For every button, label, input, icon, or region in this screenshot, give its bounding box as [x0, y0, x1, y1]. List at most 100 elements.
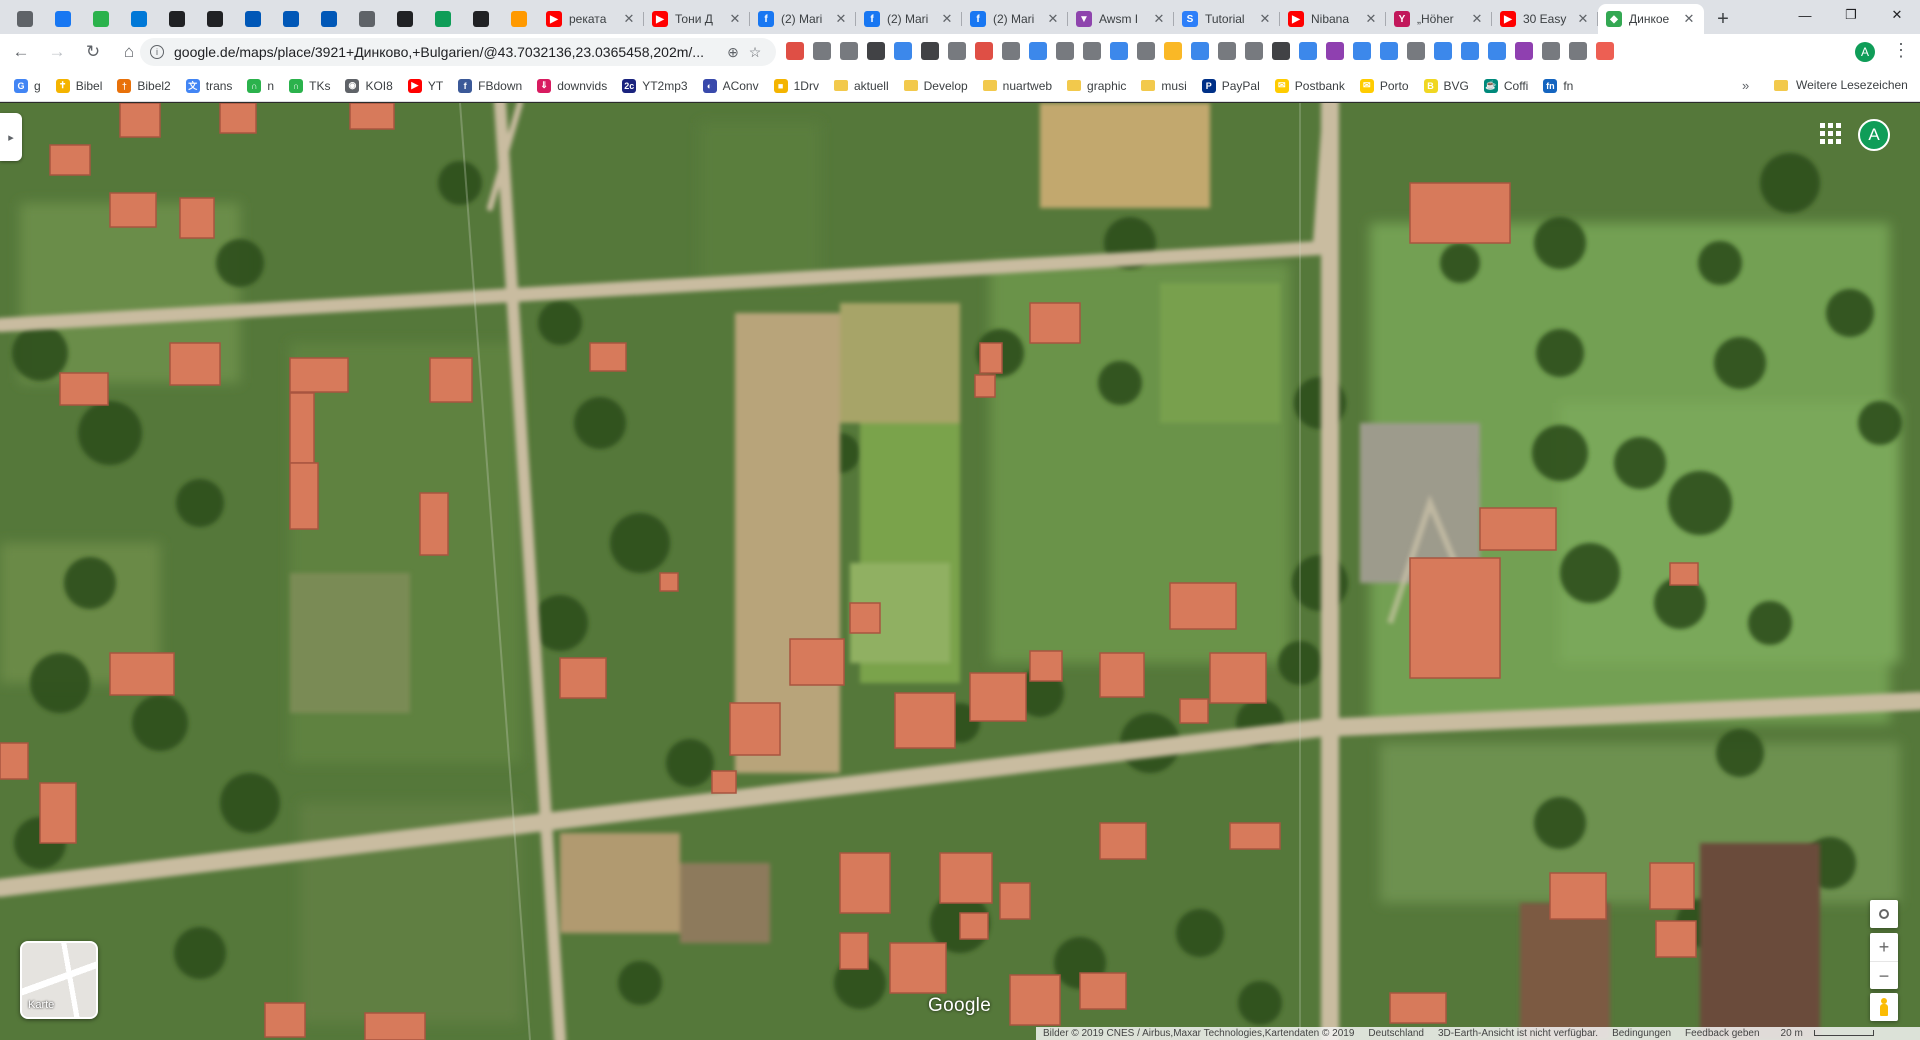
bookmark-item[interactable]: ✝ Bibel — [55, 78, 102, 93]
pinned-tab[interactable] — [234, 4, 272, 34]
bookmark-item[interactable]: ◐ AConv — [702, 78, 759, 93]
close-tab-icon[interactable]: ✕ — [834, 11, 848, 27]
other-bookmarks-folder[interactable]: Weitere Lesezeichen — [1774, 78, 1908, 92]
extension-icon[interactable] — [1245, 42, 1263, 60]
url-text[interactable]: google.de/maps/place/3921+Динково,+Bulga… — [174, 44, 722, 60]
close-tab-icon[interactable]: ✕ — [1046, 11, 1060, 27]
close-tab-icon[interactable]: ✕ — [622, 11, 636, 27]
back-button[interactable]: ← — [6, 37, 36, 67]
zoom-in-button[interactable]: + — [1870, 933, 1898, 961]
tab[interactable]: S Tutorial ✕ — [1174, 4, 1280, 34]
tab[interactable]: f (2) Mari ✕ — [856, 4, 962, 34]
close-tab-icon[interactable]: ✕ — [1470, 11, 1484, 27]
new-tab-button[interactable]: + — [1708, 4, 1738, 34]
site-info-icon[interactable]: i — [150, 45, 164, 59]
extension-icon[interactable] — [1056, 42, 1074, 60]
pegman-button[interactable] — [1870, 993, 1898, 1021]
close-tab-icon[interactable]: ✕ — [1682, 11, 1696, 27]
pinned-tab[interactable] — [310, 4, 348, 34]
extension-icon[interactable] — [1569, 42, 1587, 60]
bookmark-item[interactable]: ∩ TKs — [289, 78, 330, 93]
extension-icon[interactable] — [840, 42, 858, 60]
browser-menu-icon[interactable]: ⋮ — [1892, 40, 1910, 61]
tab[interactable]: ▶ 30 Easy ✕ — [1492, 4, 1598, 34]
bookmark-item[interactable]: ◉ KOI8 — [345, 78, 393, 93]
extension-icon[interactable] — [1029, 42, 1047, 60]
pinned-tab[interactable] — [158, 4, 196, 34]
bookmark-item[interactable]: ■ 1Drv — [773, 78, 819, 93]
pinned-tab[interactable] — [196, 4, 234, 34]
bookmark-item[interactable]: ∩ n — [247, 78, 274, 93]
pinned-tab[interactable] — [272, 4, 310, 34]
bookmark-folder[interactable]: musi — [1141, 79, 1187, 93]
tab[interactable]: Y „Höher ✕ — [1386, 4, 1492, 34]
pinned-tab[interactable] — [44, 4, 82, 34]
bookmark-folder[interactable]: aktuell — [833, 79, 889, 93]
extension-icon[interactable] — [1380, 42, 1398, 60]
tab[interactable]: ▶ рекатa ✕ — [538, 4, 644, 34]
extension-icon[interactable] — [1002, 42, 1020, 60]
extension-icon[interactable] — [786, 42, 804, 60]
extension-icon[interactable] — [1272, 42, 1290, 60]
pinned-tab[interactable] — [82, 4, 120, 34]
apps-grid-icon[interactable] — [1818, 121, 1842, 145]
extension-icon[interactable] — [1299, 42, 1317, 60]
extension-icon[interactable] — [867, 42, 885, 60]
tab-active[interactable]: ◆ Динкое ✕ — [1598, 4, 1704, 34]
close-tab-icon[interactable]: ✕ — [1576, 11, 1590, 27]
extension-icon[interactable] — [1326, 42, 1344, 60]
bookmark-item[interactable]: ✉ Postbank — [1274, 78, 1345, 93]
extension-icon[interactable] — [1596, 42, 1614, 60]
scale-indicator[interactable]: 20 m — [1767, 1028, 1881, 1039]
extension-icon[interactable] — [1488, 42, 1506, 60]
extension-icon[interactable] — [1461, 42, 1479, 60]
pinned-tab[interactable] — [462, 4, 500, 34]
tab[interactable]: ▶ Тони Д ✕ — [644, 4, 750, 34]
close-tab-icon[interactable]: ✕ — [728, 11, 742, 27]
terms-link[interactable]: Bedingungen — [1605, 1028, 1678, 1039]
bookmark-folder[interactable]: Develop — [903, 79, 968, 93]
tab[interactable]: ▼ Awsm I ✕ — [1068, 4, 1174, 34]
profile-avatar[interactable]: A — [1855, 42, 1875, 62]
extension-icon[interactable] — [1353, 42, 1371, 60]
tab[interactable]: ▶ Nibana ✕ — [1280, 4, 1386, 34]
extension-icon[interactable] — [1083, 42, 1101, 60]
bookmark-item[interactable]: ✉ Porto — [1359, 78, 1409, 93]
bookmark-item[interactable]: 文 trans — [185, 78, 232, 93]
bookmark-item[interactable]: ⇓ downvids — [537, 78, 607, 93]
lens-icon[interactable]: ⊕ — [722, 44, 744, 61]
close-tab-icon[interactable]: ✕ — [1152, 11, 1166, 27]
minimize-button[interactable]: — — [1782, 0, 1828, 30]
bookmark-item[interactable]: 2c YT2mp3 — [622, 78, 688, 93]
zoom-out-button[interactable]: − — [1870, 961, 1898, 989]
pinned-tab[interactable] — [424, 4, 462, 34]
pinned-tab[interactable] — [120, 4, 158, 34]
bookmark-item[interactable]: fn fn — [1543, 78, 1573, 93]
address-bar[interactable]: i google.de/maps/place/3921+Динково,+Bul… — [140, 38, 776, 66]
account-avatar[interactable]: A — [1858, 119, 1890, 151]
extension-icon[interactable] — [975, 42, 993, 60]
extension-icon[interactable] — [1218, 42, 1236, 60]
my-location-button[interactable] — [1870, 900, 1898, 928]
close-window-button[interactable]: ✕ — [1874, 0, 1920, 30]
pinned-tab[interactable] — [6, 4, 44, 34]
close-tab-icon[interactable]: ✕ — [1258, 11, 1272, 27]
bookmark-item[interactable]: f FBdown — [458, 78, 522, 93]
pinned-tab[interactable] — [386, 4, 424, 34]
forward-button[interactable]: → — [42, 37, 72, 67]
extension-icon[interactable] — [921, 42, 939, 60]
bookmark-item[interactable]: ☕ Coffi — [1483, 78, 1528, 93]
bookmarks-overflow-button[interactable]: » — [1742, 78, 1749, 93]
extension-icon[interactable] — [1407, 42, 1425, 60]
pinned-tab[interactable] — [500, 4, 538, 34]
extension-icon[interactable] — [948, 42, 966, 60]
side-panel-toggle[interactable]: ▸ — [0, 113, 22, 161]
bookmark-item[interactable]: † Bibel2 — [117, 78, 171, 93]
extension-icon[interactable] — [1515, 42, 1533, 60]
close-tab-icon[interactable]: ✕ — [940, 11, 954, 27]
bookmark-folder[interactable]: nuartweb — [982, 79, 1052, 93]
map-layer-switcher[interactable]: Karte — [20, 941, 98, 1019]
bookmark-folder[interactable]: graphic — [1067, 79, 1126, 93]
bookmark-star-icon[interactable]: ☆ — [744, 44, 766, 61]
extension-icon[interactable] — [1191, 42, 1209, 60]
